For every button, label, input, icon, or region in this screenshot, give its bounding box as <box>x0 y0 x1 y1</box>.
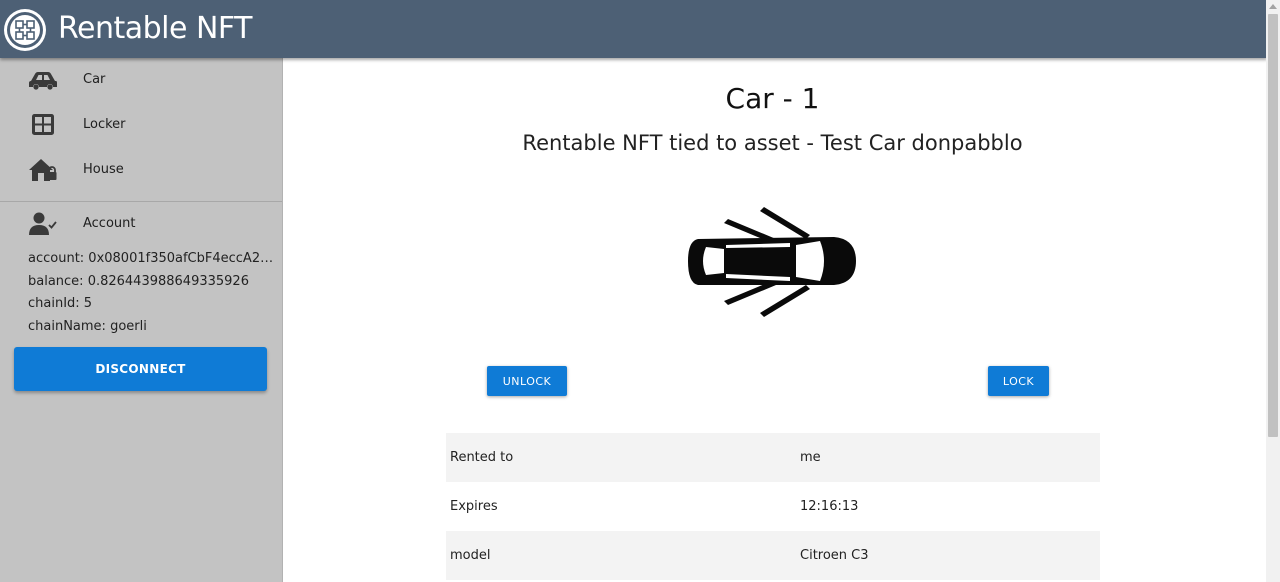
table-row: Rented to me <box>446 433 1100 482</box>
table-row: model Citroen C3 <box>446 531 1100 580</box>
sidebar-item-car[interactable]: Car <box>0 58 282 102</box>
account-chain-name: chainName: goerli <box>28 319 147 334</box>
account-address: account: 0x08001f350afCbF4eccA29... <box>28 251 278 266</box>
vertical-scrollbar[interactable] <box>1266 0 1280 582</box>
sidebar-item-label: House <box>83 162 124 177</box>
scroll-up-icon[interactable] <box>1269 4 1277 9</box>
sidebar-item-label: Locker <box>83 117 126 132</box>
table-row: Expires 12:16:13 <box>446 482 1100 531</box>
row-key: model <box>446 531 800 580</box>
row-key: Rented to <box>446 433 800 482</box>
main-content: Car - 1 Rentable NFT tied to asset - Tes… <box>283 58 1266 582</box>
unlock-button[interactable]: UNLOCK <box>487 366 567 396</box>
scroll-thumb[interactable] <box>1268 14 1278 437</box>
disconnect-button[interactable]: DISCONNECT <box>14 347 267 391</box>
account-check-icon <box>29 212 57 235</box>
sidebar-item-house[interactable]: House <box>0 148 282 192</box>
sidebar-item-label: Account <box>83 216 136 231</box>
account-balance: balance: 0.826443988649335926 <box>28 274 249 289</box>
app-bar: Rentable NFT <box>0 0 1267 58</box>
app-logo-icon <box>4 9 46 51</box>
app-title: Rentable NFT <box>58 11 252 46</box>
row-value: 12:16:13 <box>800 499 859 514</box>
sidebar-item-locker[interactable]: Locker <box>0 103 282 147</box>
car-doors-open-icon <box>688 207 856 317</box>
sidebar-item-account[interactable]: Account <box>0 202 282 246</box>
row-value: Citroen C3 <box>800 531 1100 580</box>
account-chain-id: chainId: 5 <box>28 296 93 311</box>
lock-button[interactable]: LOCK <box>988 366 1049 396</box>
sidebar-item-label: Car <box>83 72 106 87</box>
row-key: Expires <box>450 499 498 514</box>
locker-icon <box>32 114 54 135</box>
car-icon <box>29 72 57 90</box>
sidebar: Car Locker House Account account: 0x0800… <box>0 58 283 582</box>
asset-info-table: Rented to me Expires 12:16:13 model Citr… <box>446 433 1100 580</box>
house-lock-icon <box>29 159 57 181</box>
page-title: Car - 1 <box>725 82 820 115</box>
page-subtitle: Rentable NFT tied to asset - Test Car do… <box>522 131 1023 155</box>
row-value: me <box>800 433 1100 482</box>
